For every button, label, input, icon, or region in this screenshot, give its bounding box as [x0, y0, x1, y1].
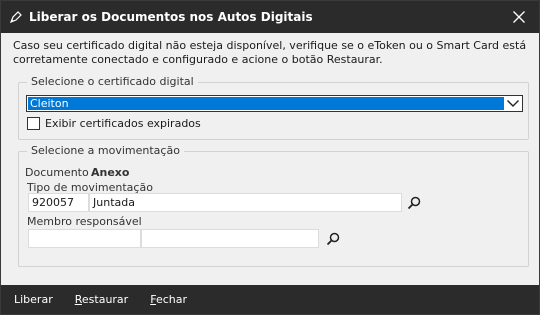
fechar-button[interactable]: Fechar	[148, 291, 189, 308]
fechar-label-rest: echar	[155, 293, 187, 306]
info-text: Caso seu certificado digital não esteja …	[13, 39, 527, 66]
search-icon[interactable]	[325, 231, 341, 247]
title-bar[interactable]: Liberar os Documentos nos Autos Digitais	[1, 1, 539, 33]
tipo-code-input[interactable]: 920057	[28, 193, 89, 212]
certificate-selected-value: Cleiton	[28, 97, 504, 110]
chevron-down-icon	[507, 100, 519, 107]
liberar-button[interactable]: Liberar	[12, 291, 55, 308]
window-title: Liberar os Documentos nos Autos Digitais	[29, 10, 313, 24]
restaurar-mnemonic: R	[74, 293, 82, 306]
certificate-select[interactable]: Cleiton	[26, 95, 523, 112]
footer-bar: Liberar Restaurar Fechar	[1, 285, 539, 314]
close-button[interactable]	[499, 1, 539, 33]
search-icon[interactable]	[406, 195, 422, 211]
pen-icon	[10, 11, 22, 23]
movement-legend: Selecione a movimentação	[27, 144, 184, 157]
document-label: Documento	[25, 166, 89, 179]
membro-label: Membro responsável	[27, 215, 142, 228]
show-expired-checkbox[interactable]	[27, 117, 40, 130]
restaurar-button[interactable]: Restaurar	[73, 291, 130, 308]
document-value: Anexo	[91, 166, 130, 179]
close-icon	[513, 11, 525, 23]
tipo-description-input[interactable]: Juntada	[89, 193, 402, 212]
show-expired-row[interactable]: Exibir certificados expirados	[27, 117, 201, 130]
movement-group: Selecione a movimentação Documento Anexo…	[18, 144, 529, 267]
membro-description-input[interactable]	[141, 229, 319, 248]
certificate-legend: Selecione o certificado digital	[27, 75, 198, 88]
dialog-window: Liberar os Documentos nos Autos Digitais…	[0, 0, 540, 315]
membro-code-input[interactable]	[28, 229, 141, 248]
restaurar-label-rest: estaurar	[81, 293, 129, 306]
certificate-group: Selecione o certificado digital Cleiton …	[18, 75, 529, 140]
show-expired-label: Exibir certificados expirados	[45, 117, 201, 130]
